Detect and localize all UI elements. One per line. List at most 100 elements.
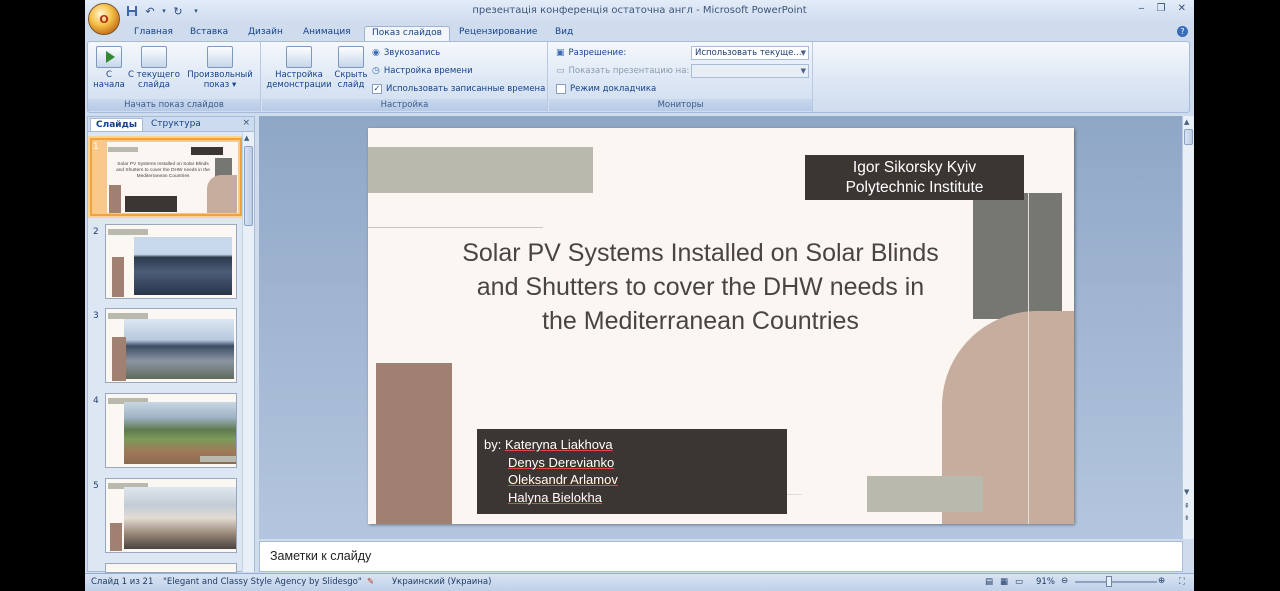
slide-thumbnail-3[interactable] [105, 308, 237, 383]
notes-placeholder: Заметки к слайду [270, 549, 372, 563]
monitor-icon: ▭ [556, 66, 565, 76]
minimize-icon[interactable]: ‒ [1138, 3, 1144, 14]
slide-title-line-2: and Shutters to cover the DHW needs in [476, 273, 925, 301]
thumb-number: 4 [93, 396, 99, 406]
use-timings-checkbox[interactable]: ✓ Использовать записанные времена [372, 82, 545, 96]
slide-counter: Слайд 1 из 21 [91, 577, 154, 587]
window-title: презентація конференція остаточна англ -… [472, 5, 807, 16]
resolution-select[interactable]: Использовать текуще... ▼ [691, 46, 809, 60]
clock-icon: ◷ [372, 66, 380, 76]
slide-title[interactable]: Solar PV Systems Installed on Solar Blin… [398, 236, 1003, 338]
tab-outline[interactable]: Структура [146, 118, 206, 131]
zoom-level[interactable]: 91% [1036, 577, 1055, 587]
ribbon-tabs: Главная Вставка Дизайн Анимация Показ сл… [85, 24, 1194, 41]
decor-line [368, 227, 543, 228]
scroll-up-icon[interactable]: ▲ [1184, 118, 1189, 126]
help-icon[interactable]: ? [1177, 26, 1188, 37]
previous-slide-icon[interactable]: ⇞ [1184, 502, 1190, 510]
presenter-view-checkbox[interactable]: Режим докладчика [556, 82, 656, 96]
show-on-label: Показать презентацию на: [568, 66, 690, 76]
tab-animation[interactable]: Анимация [296, 26, 358, 41]
slide-sorter-icon[interactable]: ▦ [1000, 577, 1008, 587]
tab-slideshow[interactable]: Показ слайдов [364, 26, 450, 41]
zoom-slider-thumb[interactable] [1106, 576, 1112, 587]
slide-thumbnail-2[interactable] [105, 224, 237, 299]
zoom-slider[interactable] [1075, 581, 1157, 583]
thumb-number: 3 [93, 311, 99, 321]
scroll-up-icon[interactable]: ▲ [244, 134, 249, 142]
resolution-row: ▣ Разрешение: [556, 46, 626, 60]
zoom-out-icon[interactable]: ⊖ [1061, 576, 1068, 586]
scroll-thumb[interactable] [1184, 129, 1193, 145]
normal-view-icon[interactable]: ▤ [985, 577, 993, 587]
from-beginning-label-2: начала [93, 80, 125, 90]
slideshow-view-icon[interactable]: ▭ [1015, 577, 1023, 587]
decor-brown-block [376, 363, 452, 524]
decor-vertical-line [1028, 193, 1029, 524]
decor-grey-block [867, 476, 983, 512]
next-slide-icon[interactable]: ⇟ [1184, 514, 1190, 522]
tab-review[interactable]: Рецензирование [452, 26, 544, 41]
show-on-select[interactable]: ▼ [691, 64, 809, 78]
zoom-in-icon[interactable]: ⊕ [1158, 576, 1165, 586]
scroll-thumb[interactable] [244, 146, 253, 226]
tab-view[interactable]: Вид [548, 26, 580, 41]
decor-grey-bar [368, 147, 593, 193]
chevron-down-icon: ▼ [800, 67, 806, 75]
slide-thumbnail-4[interactable] [105, 393, 237, 468]
slide-scrollbar[interactable]: ▲ ▼ ⇞ ⇟ [1182, 116, 1194, 539]
close-icon[interactable]: × [242, 118, 250, 128]
powerpoint-window: O ↶ ▾ ↻ ▾ презентація конференція остато… [85, 0, 1194, 591]
authors-prefix: by: [484, 437, 505, 452]
tab-insert[interactable]: Вставка [183, 26, 235, 41]
resolution-value: Использовать текуще... [695, 48, 802, 58]
slide-thumbnail-6[interactable] [105, 563, 237, 573]
fit-to-window-icon[interactable]: ⛶ [1179, 577, 1185, 587]
status-bar: Слайд 1 из 21 "Elegant and Classy Style … [85, 573, 1194, 591]
thumb-number: 2 [93, 227, 99, 237]
setup-show-icon [286, 46, 312, 68]
microphone-icon: ◉ [372, 48, 380, 58]
office-button[interactable]: O [88, 3, 120, 35]
resolution-label: Разрешение: [568, 48, 627, 58]
group-label-monitors: Мониторы [549, 99, 812, 111]
slides-pane-scrollbar[interactable]: ▲ [242, 132, 254, 572]
tab-home[interactable]: Главная [127, 26, 180, 41]
tab-design[interactable]: Дизайн [241, 26, 290, 41]
language-indicator[interactable]: Украинский (Украина) [392, 577, 491, 587]
authors-box[interactable]: by: Kateryna Liakhova Denys Derevianko O… [477, 429, 787, 514]
hide-slide-label-1: Скрыть [334, 70, 368, 80]
close-icon[interactable]: ✕ [1178, 3, 1186, 14]
from-current-slide-button[interactable]: С текущего слайда [128, 46, 180, 90]
slideshow-start-icon [96, 46, 122, 68]
slides-pane: Слайды Структура × 1 Solar PV Systems In… [87, 116, 255, 573]
thumb-number: 5 [93, 481, 99, 491]
from-beginning-button[interactable]: С начала [92, 46, 126, 90]
setup-show-button[interactable]: Настройка демонстрации [265, 46, 333, 90]
author-name: Halyna Bielokha [508, 489, 602, 505]
use-timings-label: Использовать записанные времена [386, 84, 546, 94]
presenter-view-check[interactable] [556, 84, 566, 94]
from-current-label-1: С текущего [128, 70, 180, 80]
institute-box[interactable]: Igor Sikorsky Kyiv Polytechnic Institute [805, 155, 1024, 200]
spellcheck-icon[interactable]: ✎ [367, 577, 374, 587]
tab-slides[interactable]: Слайды [90, 118, 143, 131]
current-slide[interactable]: Igor Sikorsky Kyiv Polytechnic Institute… [368, 128, 1074, 524]
ribbon: С начала С текущего слайда Произвольный … [87, 41, 1190, 113]
scroll-down-icon[interactable]: ▼ [1184, 488, 1189, 496]
from-beginning-label-1: С [106, 70, 112, 80]
custom-show-button[interactable]: Произвольный показ ▾ [185, 46, 255, 90]
resolution-icon: ▣ [556, 48, 565, 58]
hide-slide-button[interactable]: Скрыть слайд [333, 46, 369, 90]
slide-title-line-1: Solar PV Systems Installed on Solar Blin… [462, 239, 939, 267]
slide-thumbnail-5[interactable] [105, 478, 237, 553]
hide-slide-icon [338, 46, 364, 68]
slide-thumbnail-1[interactable]: Solar PV Systems Installed on Solar Blin… [90, 138, 242, 216]
group-setup: Настройка демонстрации Скрыть слайд ◉ Зв… [262, 42, 548, 112]
rehearse-timings-button[interactable]: ◷ Настройка времени [372, 64, 473, 78]
use-timings-check[interactable]: ✓ [372, 84, 382, 94]
theme-name[interactable]: "Elegant and Classy Style Agency by Slid… [163, 577, 362, 587]
notes-pane[interactable]: Заметки к слайду [259, 541, 1183, 572]
record-narration-button[interactable]: ◉ Звукозапись [372, 46, 440, 60]
restore-icon[interactable]: ❐ [1157, 3, 1166, 14]
